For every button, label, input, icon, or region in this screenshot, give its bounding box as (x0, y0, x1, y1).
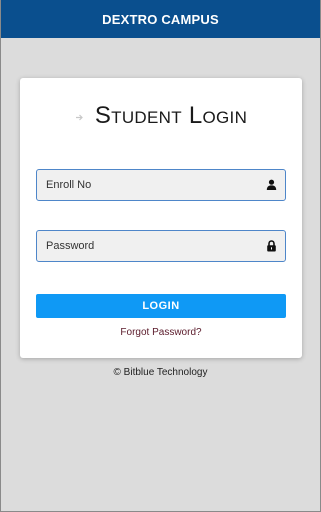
user-icon (265, 178, 278, 191)
login-button[interactable]: LOGIN (36, 294, 286, 318)
login-title: Student Login (94, 102, 248, 129)
footer-copyright: © Bitblue Technology (113, 367, 208, 378)
app-title: DEXTRO CAMPUS (102, 11, 219, 27)
app-bar: DEXTRO CAMPUS (1, 0, 320, 38)
lock-icon (265, 239, 278, 252)
arrow-right-icon (75, 112, 85, 122)
password-input[interactable] (37, 231, 285, 261)
login-card: Student Login LOGIN Forgot Pas (20, 78, 302, 358)
login-title-row: Student Login (20, 100, 302, 132)
app-screen: DEXTRO CAMPUS Student Login Enroll No LO… (0, 0, 321, 512)
enroll-field[interactable] (36, 169, 286, 201)
password-field[interactable] (36, 230, 286, 262)
forgot-password-link[interactable]: Forgot Password? (20, 327, 302, 338)
enroll-input[interactable] (37, 170, 285, 200)
